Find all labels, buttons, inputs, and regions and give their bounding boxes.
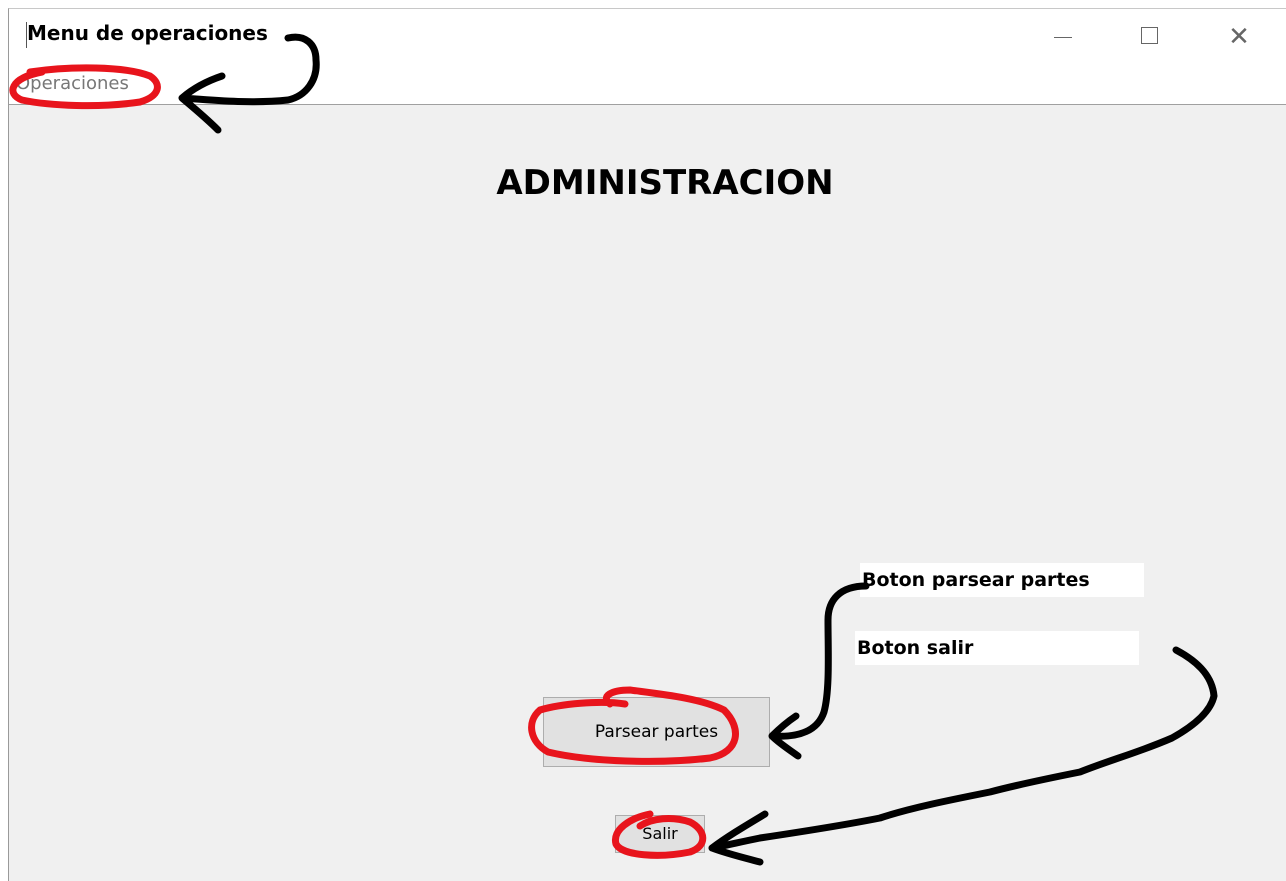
annotation-parse-note: Boton parsear partes (860, 563, 1144, 597)
annotation-exit-note: Boton salir (855, 631, 1139, 665)
window-title: Menu de operaciones (27, 21, 268, 45)
parse-parts-button[interactable]: Parsear partes (543, 697, 770, 767)
minimize-icon[interactable] (1043, 23, 1083, 51)
maximize-icon[interactable] (1129, 23, 1169, 51)
menu-operaciones[interactable]: Operaciones (16, 73, 129, 94)
page-title: ADMINISTRACION (496, 163, 834, 203)
title-bar[interactable]: Menu de operaciones ✕ (9, 9, 1286, 65)
menu-bar: Operaciones (9, 65, 1286, 105)
app-window: Menu de operaciones ✕ Operaciones ADMINI… (8, 8, 1286, 881)
exit-button[interactable]: Salir (615, 815, 705, 853)
main-panel: ADMINISTRACION Parsear partes Salir (9, 105, 1286, 881)
close-icon[interactable]: ✕ (1219, 23, 1259, 51)
